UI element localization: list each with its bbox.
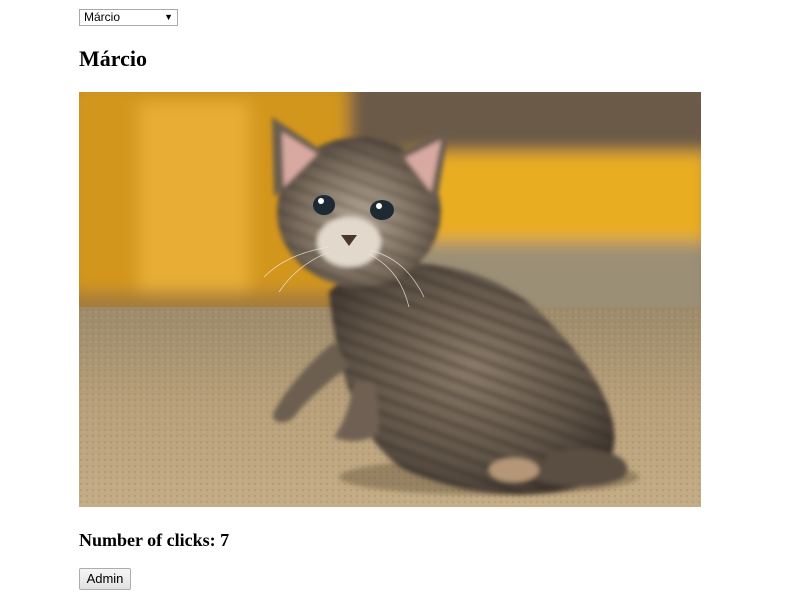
cat-image[interactable]	[79, 92, 701, 507]
chevron-down-icon: ▼	[164, 12, 173, 22]
click-count-value: 7	[220, 530, 230, 550]
admin-button[interactable]: Admin	[79, 568, 131, 590]
cat-select-value: Márcio	[84, 10, 121, 24]
cat-select-dropdown[interactable]: Márcio ▼	[79, 9, 178, 26]
click-count-text: Number of clicks: 7	[79, 528, 229, 552]
click-count-label: Number of clicks:	[79, 530, 216, 550]
cat-name-heading: Márcio	[79, 46, 148, 71]
